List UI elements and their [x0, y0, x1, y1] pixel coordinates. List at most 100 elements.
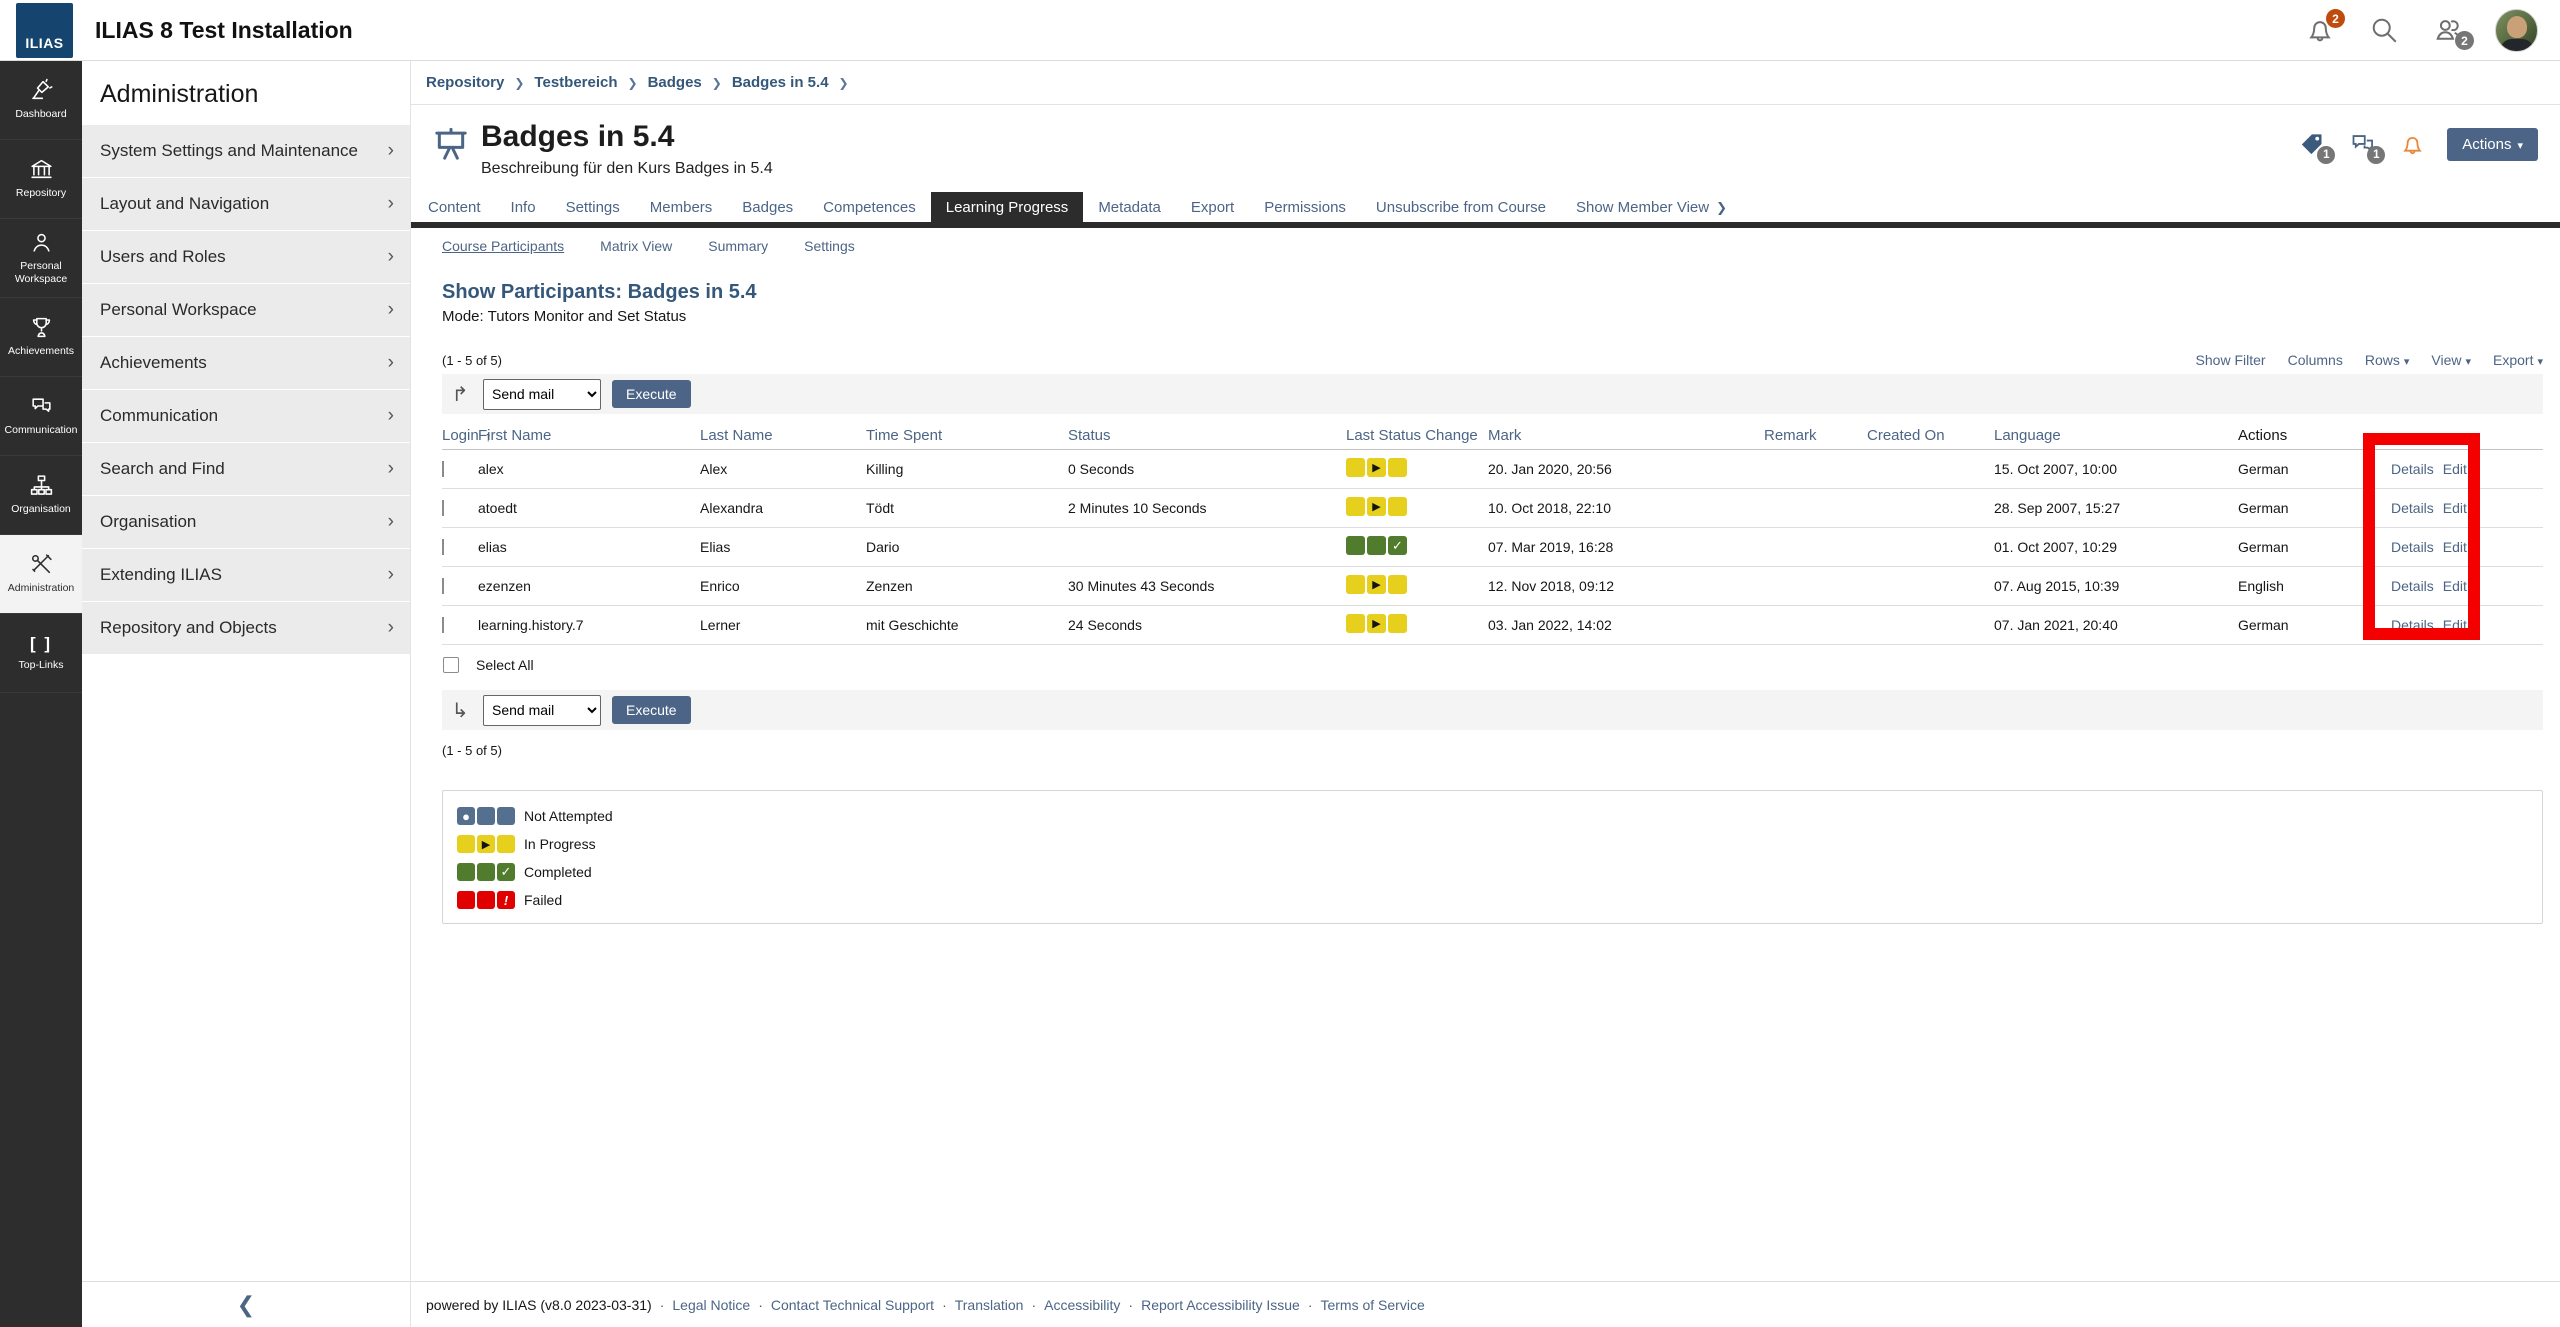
column-header[interactable]: Status [1068, 427, 1346, 444]
admin-panel-item[interactable]: Search and Find › [82, 443, 410, 495]
breadcrumb-link[interactable]: Badges in 5.4 [732, 74, 829, 91]
column-header[interactable]: Actions [2238, 427, 2391, 444]
tab[interactable]: Members [635, 192, 728, 222]
table-toolbar-link[interactable]: View▾ [2431, 352, 2471, 368]
details-link[interactable]: Details [2391, 500, 2434, 516]
edit-link[interactable]: Edit [2443, 578, 2467, 594]
admin-panel-item[interactable]: Achievements › [82, 337, 410, 389]
admin-panel-item-label: Extending ILIAS [100, 565, 222, 585]
breadcrumb-link[interactable]: Testbereich [534, 74, 617, 91]
table-toolbar-link[interactable]: Rows▾ [2365, 352, 2410, 368]
footer-link[interactable]: Report Accessibility Issue [1141, 1297, 1300, 1313]
admin-panel-item[interactable]: System Settings and Maintenance › [82, 125, 410, 177]
footer-link[interactable]: Accessibility [1044, 1297, 1120, 1313]
column-header[interactable]: Created On [1867, 427, 1994, 444]
footer-link[interactable]: Legal Notice [672, 1297, 750, 1313]
participant-row: atoedt Alexandra Tödt 2 Minutes 10 Secon… [442, 489, 2543, 528]
column-header[interactable]: Mark [1488, 427, 1764, 444]
column-header[interactable]: Time Spent [866, 427, 1068, 444]
sidebar-item-repository[interactable]: Repository [0, 140, 82, 219]
tab[interactable]: Unsubscribe from Course [1361, 192, 1561, 222]
bulk-action-select-bottom[interactable]: Send mail [483, 695, 601, 726]
execute-button-bottom[interactable]: Execute [612, 696, 691, 724]
column-header[interactable]: Last Name [700, 427, 866, 444]
row-checkbox[interactable] [442, 617, 444, 633]
table-toolbar-link[interactable]: Show Filter [2196, 352, 2266, 368]
user-avatar[interactable] [2495, 9, 2538, 52]
tab[interactable]: Info [496, 192, 551, 222]
tab[interactable]: Settings [551, 192, 635, 222]
sidebar-item-top-links[interactable]: [ ] Top-Links [0, 614, 82, 693]
edit-link[interactable]: Edit [2443, 617, 2467, 633]
tab[interactable]: Show Member View❯ [1561, 192, 1742, 222]
column-header[interactable]: Remark [1764, 427, 1867, 444]
sidebar-item-administration[interactable]: Administration [0, 535, 82, 614]
table-toolbar-link[interactable]: Columns [2288, 352, 2343, 368]
edit-link[interactable]: Edit [2443, 539, 2467, 555]
tab[interactable]: Competences [808, 192, 931, 222]
tab[interactable]: Permissions [1249, 192, 1361, 222]
section-heading: Show Participants: Badges in 5.4 [442, 281, 2543, 304]
subtab[interactable]: Settings [804, 238, 855, 254]
subtab[interactable]: Summary [708, 238, 768, 254]
breadcrumb-link[interactable]: Repository [426, 74, 504, 91]
edit-link[interactable]: Edit [2443, 461, 2467, 477]
chevron-right-icon: › [388, 617, 394, 639]
panel-collapse-button[interactable]: ❮ [82, 1281, 410, 1327]
tab[interactable]: Learning Progress [931, 192, 1084, 222]
select-all-checkbox[interactable] [443, 657, 459, 673]
legend-label: Completed [524, 864, 592, 880]
admin-panel-item[interactable]: Personal Workspace › [82, 284, 410, 336]
sidebar-item-personal-workspace[interactable]: Personal Workspace [0, 219, 82, 298]
cell-last-status-change: 07. Mar 2019, 16:28 [1488, 539, 1764, 555]
details-link[interactable]: Details [2391, 539, 2434, 555]
row-checkbox[interactable] [442, 461, 444, 477]
ilias-logo[interactable]: ILIAS [16, 3, 73, 58]
row-checkbox[interactable] [442, 539, 444, 555]
breadcrumb-link[interactable]: Badges [648, 74, 702, 91]
learning-progress-status-icon [1346, 575, 1407, 594]
table-toolbar-link[interactable]: Export▾ [2493, 352, 2543, 368]
footer-link[interactable]: Contact Technical Support [771, 1297, 934, 1313]
admin-panel-item[interactable]: Layout and Navigation › [82, 178, 410, 230]
contacts-button[interactable]: 2 [2431, 13, 2465, 47]
admin-panel-item[interactable]: Repository and Objects › [82, 602, 410, 654]
sidebar-item-communication[interactable]: Communication [0, 377, 82, 456]
org-chart-icon [29, 473, 54, 498]
footer-link[interactable]: Translation [955, 1297, 1024, 1313]
column-header[interactable]: First Name [478, 427, 700, 444]
tab[interactable]: Content [413, 192, 496, 222]
column-header[interactable]: Login↑ [442, 427, 478, 444]
row-checkbox[interactable] [442, 578, 444, 594]
admin-panel-item[interactable]: Extending ILIAS › [82, 549, 410, 601]
sidebar-item-organisation[interactable]: Organisation [0, 456, 82, 535]
footer: powered by ILIAS (v8.0 2023-03-31) · Leg… [411, 1281, 2560, 1327]
column-header[interactable]: Last Status Change [1346, 427, 1488, 444]
edit-link[interactable]: Edit [2443, 500, 2467, 516]
notifications-bell-button[interactable]: 2 [2303, 13, 2337, 47]
tab[interactable]: Export [1176, 192, 1249, 222]
footer-link[interactable]: Terms of Service [1320, 1297, 1424, 1313]
admin-panel-item[interactable]: Communication › [82, 390, 410, 442]
search-button[interactable] [2367, 13, 2401, 47]
details-link[interactable]: Details [2391, 461, 2434, 477]
comments-button[interactable]: 1 [2347, 130, 2377, 160]
admin-panel-item[interactable]: Users and Roles › [82, 231, 410, 283]
details-link[interactable]: Details [2391, 617, 2434, 633]
tab[interactable]: Metadata [1083, 192, 1176, 222]
notification-toggle-button[interactable] [2397, 130, 2427, 160]
sidebar-item-achievements[interactable]: Achievements [0, 298, 82, 377]
tab[interactable]: Badges [727, 192, 808, 222]
subtab[interactable]: Course Participants [442, 238, 564, 254]
bulk-action-bar-top: ↱ Send mail Execute [442, 374, 2543, 414]
execute-button[interactable]: Execute [612, 380, 691, 408]
subtab[interactable]: Matrix View [600, 238, 672, 254]
sidebar-item-dashboard[interactable]: Dashboard [0, 61, 82, 140]
bulk-action-select[interactable]: Send mail [483, 379, 601, 410]
admin-panel-item[interactable]: Organisation › [82, 496, 410, 548]
column-header[interactable]: Language [1994, 427, 2238, 444]
details-link[interactable]: Details [2391, 578, 2434, 594]
actions-dropdown-button[interactable]: Actions▾ [2447, 128, 2538, 161]
tags-button[interactable]: 1 [2297, 130, 2327, 160]
row-checkbox[interactable] [442, 500, 444, 516]
